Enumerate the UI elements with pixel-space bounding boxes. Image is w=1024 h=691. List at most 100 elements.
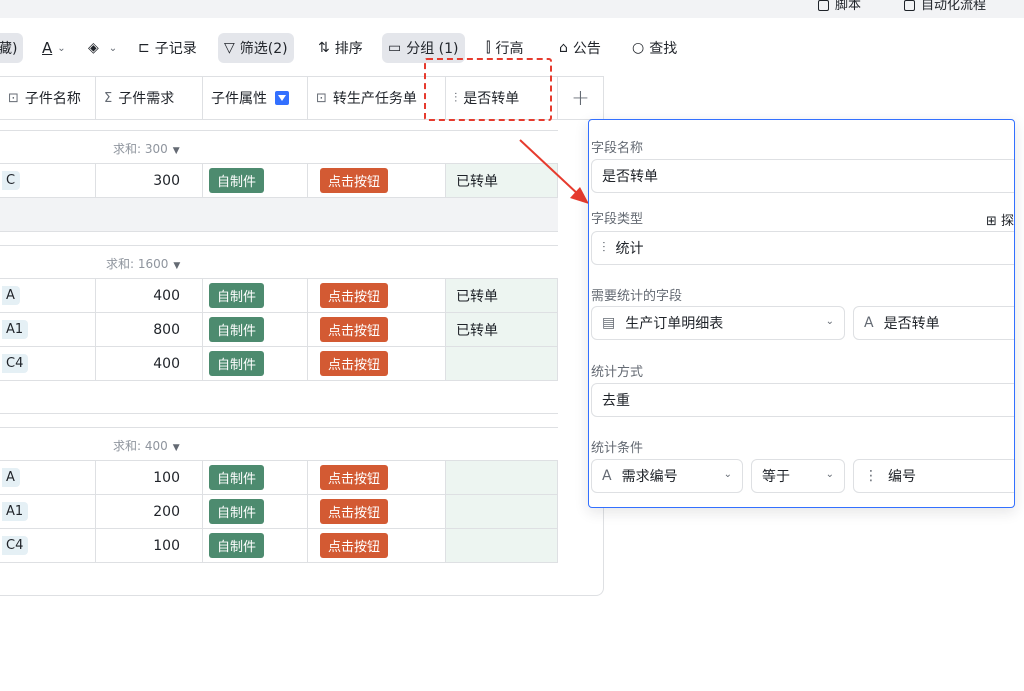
- condition-field-select[interactable]: A 需求编号 ⌄: [591, 459, 743, 493]
- part-name-cell[interactable]: A: [0, 461, 96, 494]
- converted-cell[interactable]: 已转单: [446, 279, 558, 312]
- click-button[interactable]: 点击按钮: [320, 351, 389, 376]
- chevron-down-icon: ⌄: [723, 469, 732, 480]
- subrecord-button[interactable]: ⊏ 子记录: [132, 33, 203, 63]
- stat-field-select[interactable]: A 是否转单: [853, 306, 1014, 340]
- condition-value-select[interactable]: ⋮ 编号: [853, 459, 1014, 493]
- converted-cell[interactable]: [446, 461, 558, 494]
- table-row[interactable]: C4 100 自制件 点击按钮: [0, 529, 558, 563]
- text-field-icon: A: [864, 315, 874, 331]
- click-button[interactable]: 点击按钮: [320, 317, 389, 342]
- button-field-icon: ⊡: [316, 90, 327, 106]
- part-name-cell[interactable]: C4: [0, 529, 96, 562]
- group-sum-text: 求和: 1600: [106, 257, 169, 271]
- explore-label: 探: [1000, 214, 1014, 229]
- attribute-tag: 自制件: [209, 533, 265, 558]
- table-row[interactable]: A 100 自制件 点击按钮: [0, 461, 558, 495]
- attribute-cell[interactable]: 自制件: [203, 164, 308, 197]
- demand-cell[interactable]: 400: [96, 347, 203, 380]
- explore-button[interactable]: ⊞ 探: [986, 210, 1014, 229]
- group-header[interactable]: 求和: 1600 ▼: [0, 245, 558, 279]
- automation-menu[interactable]: 自动化流程: [904, 0, 986, 13]
- chevron-down-icon: ▼: [172, 146, 180, 156]
- table-row[interactable]: A 400 自制件 点击按钮 已转单: [0, 279, 558, 313]
- attribute-cell[interactable]: 自制件: [203, 279, 308, 312]
- stat-field-value: 是否转单: [883, 316, 940, 332]
- notice-button[interactable]: ⌂ 公告: [553, 33, 607, 63]
- attribute-cell[interactable]: 自制件: [203, 461, 308, 494]
- converted-cell[interactable]: [446, 347, 558, 380]
- demand-cell[interactable]: 400: [96, 279, 203, 312]
- group-footer: [0, 381, 558, 414]
- lookup-icon: ⊡: [8, 90, 19, 106]
- part-code-tag: A1: [2, 502, 29, 521]
- statistics-icon: ⫶: [454, 90, 458, 106]
- action-cell: 点击按钮: [308, 313, 446, 346]
- group-button[interactable]: ▭ 分组 (1): [382, 33, 465, 63]
- click-button[interactable]: 点击按钮: [320, 465, 389, 490]
- column-header-is-converted[interactable]: ⫶ 是否转单: [446, 76, 558, 120]
- click-button[interactable]: 点击按钮: [320, 533, 389, 558]
- stat-table-select[interactable]: ▤ 生产订单明细表 ⌄: [591, 306, 845, 340]
- click-button[interactable]: 点击按钮: [320, 499, 389, 524]
- field-name-input[interactable]: 是否转单: [591, 159, 1014, 193]
- action-cell: 点击按钮: [308, 529, 446, 562]
- part-name-cell[interactable]: C: [0, 164, 96, 197]
- part-code-tag: A: [2, 286, 20, 305]
- table-row[interactable]: A1 800 自制件 点击按钮 已转单: [0, 313, 558, 347]
- click-button[interactable]: 点击按钮: [320, 283, 389, 308]
- demand-cell[interactable]: 100: [96, 461, 203, 494]
- part-name-cell[interactable]: A1: [0, 313, 96, 346]
- condition-label: 统计条件: [591, 441, 644, 456]
- demand-cell[interactable]: 100: [96, 529, 203, 562]
- row-height-button[interactable]: ⫿ 行高: [480, 33, 529, 63]
- group-header[interactable]: 求和: 400 ▼: [0, 427, 558, 461]
- sort-button[interactable]: ⇅ 排序: [312, 33, 369, 63]
- demand-cell[interactable]: 800: [96, 313, 203, 346]
- part-name-cell[interactable]: A: [0, 279, 96, 312]
- attribute-cell[interactable]: 自制件: [203, 529, 308, 562]
- hidden-fields-button[interactable]: 藏): [0, 33, 24, 63]
- column-header-production-task[interactable]: ⊡ 转生产任务单: [308, 76, 446, 120]
- table-row[interactable]: C4 400 自制件 点击按钮: [0, 347, 558, 381]
- text-color-button[interactable]: A ⌄: [36, 33, 72, 63]
- annotation-arrow-icon: [519, 139, 589, 204]
- attribute-tag: 自制件: [209, 499, 265, 524]
- converted-cell[interactable]: [446, 495, 558, 528]
- demand-cell[interactable]: 200: [96, 495, 203, 528]
- fill-color-button[interactable]: ◈ ⌄: [82, 33, 123, 63]
- column-header-label: 子件名称: [24, 91, 81, 107]
- field-type-select[interactable]: ⫶ 统计: [591, 231, 1014, 265]
- method-select[interactable]: 去重: [591, 383, 1014, 417]
- top-strip: 脚本 自动化流程: [0, 0, 1024, 18]
- column-header-part-attribute[interactable]: 子件属性: [203, 76, 308, 120]
- group-header[interactable]: 求和: 300 ▼: [0, 130, 558, 164]
- converted-cell[interactable]: [446, 529, 558, 562]
- script-menu[interactable]: 脚本: [818, 0, 861, 13]
- view-toolbar: 藏) A ⌄ ◈ ⌄ ⊏ 子记录 ▽ 筛选(2) ⇅ 排序 ▭ 分组 (1) ⫿ 行高 ⌂ 公告…: [0, 30, 1024, 66]
- demand-cell[interactable]: 300: [96, 164, 203, 197]
- attribute-cell[interactable]: 自制件: [203, 347, 308, 380]
- attribute-cell[interactable]: 自制件: [203, 313, 308, 346]
- attribute-cell[interactable]: 自制件: [203, 495, 308, 528]
- column-header-part-demand[interactable]: Σ 子件需求: [96, 76, 203, 120]
- converted-cell[interactable]: 已转单: [446, 313, 558, 346]
- group-footer: [0, 198, 558, 232]
- condition-operator-select[interactable]: 等于 ⌄: [751, 459, 845, 493]
- table-row[interactable]: A1 200 自制件 点击按钮: [0, 495, 558, 529]
- filter-icon: ▽: [224, 40, 235, 56]
- click-button[interactable]: 点击按钮: [320, 168, 389, 193]
- add-column-button[interactable]: +: [558, 76, 603, 120]
- search-button[interactable]: ○ 查找: [626, 33, 683, 63]
- part-name-cell[interactable]: A1: [0, 495, 96, 528]
- condition-field-value: 需求编号: [621, 469, 678, 485]
- grid-icon: ⊞: [985, 214, 997, 229]
- table-row[interactable]: C 300 自制件 点击按钮 已转单: [0, 164, 558, 198]
- filter-button[interactable]: ▽ 筛选(2): [218, 33, 294, 63]
- part-name-cell[interactable]: C4: [0, 347, 96, 380]
- column-header-part-name[interactable]: ⊡ 子件名称: [0, 76, 96, 120]
- action-cell: 点击按钮: [308, 164, 446, 197]
- stat-field-label: 需要统计的字段: [591, 289, 683, 304]
- column-header-label: 转生产任务单: [332, 91, 417, 107]
- search-label: 查找: [649, 41, 678, 57]
